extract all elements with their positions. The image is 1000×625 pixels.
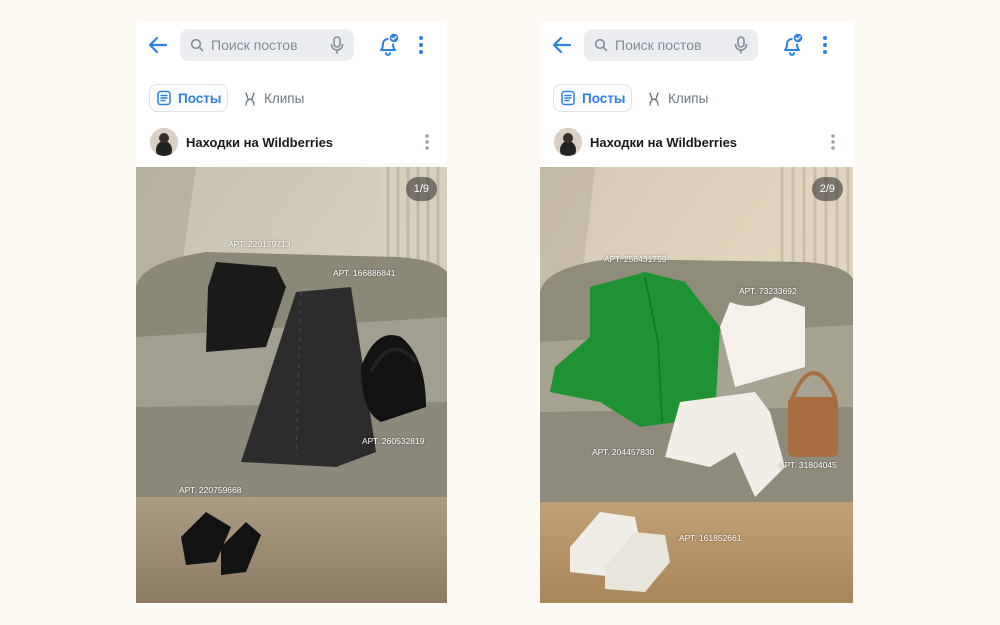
bell-icon[interactable] [780,32,804,58]
more-vertical-icon[interactable] [423,132,431,152]
article-label: АРТ. 161852661 [679,533,742,543]
article-label: АРТ. 260532819 [362,436,425,446]
phone-screen-2: Поиск постов Посты Клипы Находки на Wild… [540,22,853,603]
article-label: АРТ. 258431759 [604,254,667,264]
article-label: АРТ. 220759668 [179,485,242,495]
top-bar: Поиск постов [136,22,447,68]
post-header: Находки на Wildberries [136,126,447,162]
avatar[interactable] [150,128,178,156]
search-icon [190,38,204,52]
back-arrow-icon[interactable] [146,34,170,56]
tab-posts-label: Посты [582,90,626,106]
top-bar: Поиск постов [540,22,853,68]
article-label: АРТ. 166886841 [333,268,396,278]
microphone-icon[interactable] [734,36,748,54]
tab-clips[interactable]: Клипы [642,84,708,112]
post-header: Находки на Wildberries [540,126,853,162]
search-placeholder: Поиск постов [211,37,298,53]
article-label: АРТ. 220179713 [228,239,291,249]
document-icon [561,90,575,106]
slide-counter: 2/9 [811,177,843,201]
more-vertical-icon[interactable] [829,132,837,152]
post-photo[interactable]: 1/9 АРТ. 220179713 АРТ. 166886841 АРТ. 2… [136,167,447,603]
tab-clips[interactable]: Клипы [238,84,304,112]
back-arrow-icon[interactable] [550,34,574,56]
document-icon [157,90,171,106]
bell-icon[interactable] [376,32,400,58]
post-photo[interactable]: 2/9 АРТ. 258431759 АРТ. 73233692 АРТ. 20… [540,167,853,603]
post-author[interactable]: Находки на Wildberries [186,135,333,150]
article-label: АРТ. 204457830 [592,447,655,457]
more-vertical-icon[interactable] [416,34,426,56]
more-vertical-icon[interactable] [820,34,830,56]
search-icon [594,38,608,52]
content-tabs: Посты Клипы [136,84,447,114]
content-tabs: Посты Клипы [540,84,853,114]
slide-counter: 1/9 [405,177,437,201]
article-label: АРТ. 31804045 [779,460,837,470]
avatar[interactable] [554,128,582,156]
search-input[interactable]: Поиск постов [584,29,758,61]
search-placeholder: Поиск постов [615,37,702,53]
clips-icon [649,92,659,106]
post-author[interactable]: Находки на Wildberries [590,135,737,150]
tab-clips-label: Клипы [264,90,305,106]
tab-posts[interactable]: Посты [149,84,228,112]
phone-screen-1: Поиск постов Посты Клипы Находки на Wild… [136,22,447,603]
tab-posts-label: Посты [178,90,222,106]
article-label: АРТ. 73233692 [739,286,797,296]
outfit-photo [136,167,447,603]
microphone-icon[interactable] [330,36,344,54]
clips-icon [245,92,255,106]
tab-clips-label: Клипы [668,90,709,106]
search-input[interactable]: Поиск постов [180,29,354,61]
tab-posts[interactable]: Посты [553,84,632,112]
